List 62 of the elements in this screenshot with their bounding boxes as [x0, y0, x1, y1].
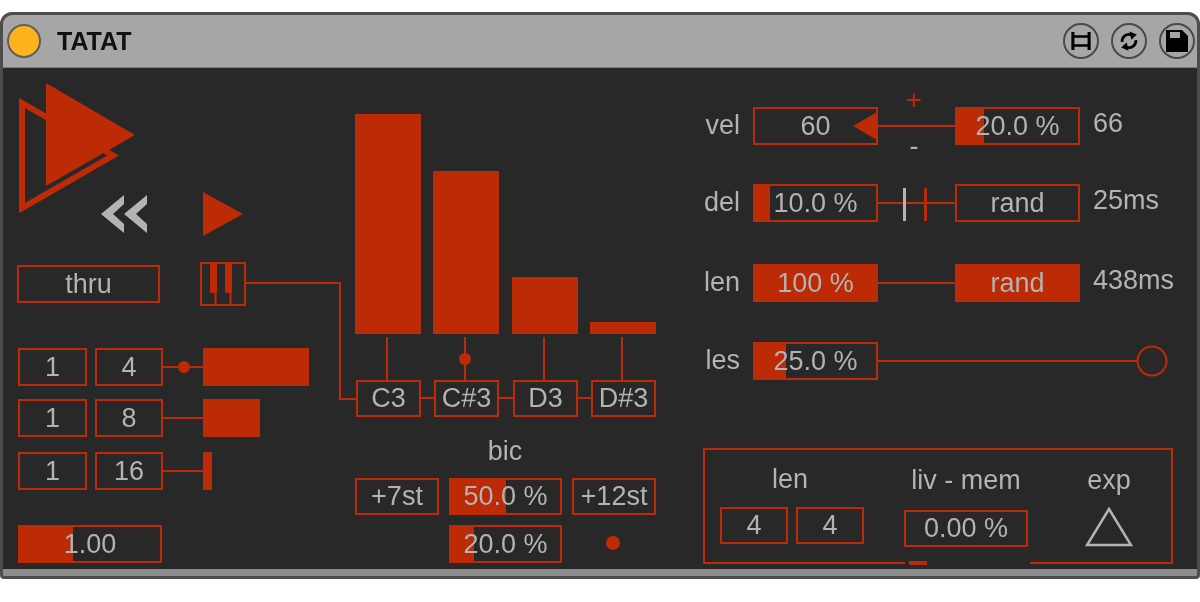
number-box[interactable]: 60 — [753, 107, 878, 145]
plus-sign: + — [906, 87, 922, 114]
number-box[interactable]: 1 — [18, 348, 87, 386]
connector-line — [162, 470, 204, 472]
indicator-dash — [909, 561, 927, 565]
frame-icon — [1070, 32, 1092, 50]
refresh-icon — [1118, 30, 1140, 52]
value-readout: 66 — [1093, 110, 1124, 137]
number-box[interactable]: 1 — [18, 452, 87, 490]
connector-line — [577, 397, 592, 399]
connector-line — [464, 336, 466, 381]
note-box[interactable]: C3 — [356, 380, 421, 417]
play-icon[interactable] — [203, 192, 243, 236]
save-icon — [1166, 30, 1188, 52]
tick-mark — [924, 188, 927, 221]
param-label: les — [705, 347, 740, 374]
connector-line — [498, 397, 514, 399]
slider-bar[interactable] — [512, 276, 578, 334]
number-box[interactable]: 1 — [18, 399, 87, 437]
value-readout: 438ms — [1093, 267, 1175, 294]
connector-line — [162, 417, 204, 419]
save-button[interactable] — [1159, 23, 1195, 59]
power-toggle[interactable] — [7, 24, 41, 58]
value-readout: 25ms — [1093, 187, 1160, 214]
section-label: liv - mem — [911, 467, 1021, 494]
connector-line — [543, 336, 545, 381]
mode-toggle[interactable]: rand — [955, 184, 1080, 222]
slider-bar[interactable] — [433, 171, 499, 334]
param-label: len — [703, 269, 740, 296]
number-box[interactable]: 4 — [796, 507, 864, 544]
connector-line — [621, 336, 623, 381]
connector-line — [162, 366, 204, 368]
note-box[interactable]: D#3 — [591, 380, 656, 417]
triangle-icon[interactable] — [1085, 507, 1133, 547]
number-box[interactable]: 4 — [720, 507, 788, 544]
number-box[interactable]: 4 — [95, 348, 163, 386]
minus-sign: - — [909, 133, 919, 160]
interval-box[interactable]: +7st — [355, 478, 439, 515]
note-box[interactable]: D3 — [513, 380, 578, 417]
device-title: TATAT — [57, 28, 132, 54]
note-box[interactable]: C#3 — [434, 380, 499, 417]
slider-bar[interactable] — [590, 321, 656, 334]
number-box[interactable]: 16 — [95, 452, 163, 490]
percent-slider[interactable]: 10.0 % — [753, 184, 878, 222]
section-label: exp — [1087, 467, 1131, 494]
rewind-icon[interactable] — [101, 195, 147, 233]
param-label: vel — [705, 112, 740, 139]
section-label: len — [772, 466, 808, 493]
fit-button[interactable] — [1063, 23, 1099, 59]
connector-line — [420, 397, 435, 399]
param-label: del — [703, 189, 740, 216]
connector-line — [386, 336, 388, 381]
piano-icon[interactable] — [200, 262, 246, 306]
section-label: bic — [487, 438, 523, 465]
number-box[interactable]: 8 — [95, 399, 163, 437]
mode-button[interactable]: thru — [17, 265, 160, 303]
percent-box[interactable]: 0.00 % — [904, 510, 1028, 547]
refresh-button[interactable] — [1111, 23, 1147, 59]
slider-bar[interactable] — [355, 114, 421, 334]
tick-mark — [903, 188, 906, 221]
interval-box[interactable]: +12st — [572, 478, 656, 515]
ring-icon[interactable] — [1136, 345, 1168, 377]
